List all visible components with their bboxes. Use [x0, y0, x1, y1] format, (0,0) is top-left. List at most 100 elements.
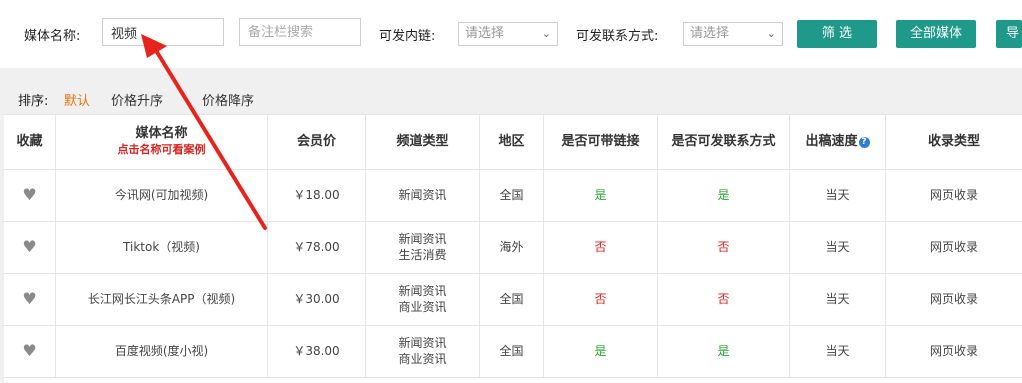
link-value: 是	[594, 344, 607, 358]
cell-name: 今讯网(可加视频)	[56, 169, 268, 221]
channel-type: 新闻资讯	[398, 284, 447, 298]
chevron-down-icon: ⌄	[766, 27, 776, 40]
cell-contact: 否	[658, 273, 790, 325]
cell-contact: 是	[658, 325, 790, 377]
help-icon[interactable]: ?	[858, 136, 870, 148]
cell-link: 否	[544, 273, 658, 325]
header-speed-label: 出稿速度	[805, 134, 858, 149]
link-value: 否	[594, 292, 607, 306]
channel-type: 商业资讯	[398, 352, 447, 366]
link-select[interactable]: 请选择 ⌄	[458, 22, 558, 46]
cell-contact: 否	[658, 221, 790, 273]
media-name-link[interactable]: Tiktok（视频)	[123, 239, 200, 255]
price-value: ￥78.00	[293, 240, 340, 254]
header-channel: 频道类型	[366, 115, 480, 169]
header-speed: 出稿速度 ?	[790, 115, 886, 169]
cell-index: 网页收录	[886, 221, 1022, 273]
cell-channel: 新闻资讯 商业资讯	[366, 273, 480, 325]
heart-icon[interactable]: ♥	[22, 187, 36, 203]
header-index: 收录类型	[927, 134, 980, 149]
contact-label: 可发联系方式:	[576, 29, 659, 44]
cell-fav: ♥	[4, 221, 56, 273]
table-row: ♥ 百度视频(度小视) ￥38.00 新闻资讯 商业资讯 全国 是 是 当天 网页收录	[4, 325, 1022, 378]
table-row: ♥ 今讯网(可加视频) ￥18.00 新闻资讯 全国 是 是 当天 网页收录	[4, 169, 1022, 222]
speed-value: 当天	[825, 292, 850, 306]
cell-price: ￥78.00	[268, 221, 366, 273]
media-table: 收藏 媒体名称 点击名称可看案例 会员价 频道类型 地区 是否可带链接 是否可发…	[4, 114, 1022, 383]
media-name-link[interactable]: 今讯网(可加视频)	[115, 187, 208, 203]
channel-type: 新闻资讯	[398, 232, 447, 246]
heart-icon[interactable]: ♥	[22, 291, 36, 307]
cell-speed: 当天	[790, 169, 886, 221]
heart-icon[interactable]: ♥	[22, 239, 36, 255]
index-value: 网页收录	[929, 240, 978, 254]
sort-label: 排序:	[18, 94, 49, 109]
media-name-input[interactable]	[102, 18, 224, 46]
channel-type: 生活消费	[398, 248, 447, 262]
header-name: 媒体名称 点击名称可看案例	[56, 115, 268, 169]
sort-price-desc[interactable]: 价格降序	[202, 90, 254, 109]
filter-bar: 媒体名称: 可发内链: 请选择 ⌄ 可发联系方式: 请选择 ⌄ 筛 选 全部媒体…	[0, 0, 1022, 68]
all-media-button[interactable]: 全部媒体	[896, 20, 976, 48]
contact-value: 是	[717, 344, 730, 358]
sort-default[interactable]: 默认	[64, 90, 90, 109]
region-value: 全国	[499, 188, 524, 202]
contact-select-value: 请选择	[690, 26, 730, 41]
cell-fav: ♥	[4, 273, 56, 325]
cell-region: 全国	[480, 169, 544, 221]
contact-value: 是	[717, 188, 730, 202]
index-value: 网页收录	[929, 344, 978, 358]
channel-type: 新闻资讯	[398, 336, 447, 350]
header-price: 会员价	[268, 115, 366, 169]
cell-price: ￥30.00	[268, 273, 366, 325]
price-value: ￥38.00	[293, 344, 340, 358]
media-name-link[interactable]: 长江网长江头条APP（视频)	[88, 291, 235, 307]
contact-value: 否	[717, 240, 730, 254]
table-header: 收藏 媒体名称 点击名称可看案例 会员价 频道类型 地区 是否可带链接 是否可发…	[4, 115, 1022, 170]
speed-value: 当天	[825, 240, 850, 254]
cell-index: 网页收录	[886, 325, 1022, 377]
cell-fav: ♥	[4, 325, 56, 377]
link-value: 是	[594, 188, 607, 202]
export-button[interactable]: 导	[996, 20, 1022, 48]
chevron-down-icon: ⌄	[541, 27, 551, 40]
cell-region: 全国	[480, 273, 544, 325]
cell-speed: 当天	[790, 273, 886, 325]
cell-channel: 新闻资讯 生活消费	[366, 221, 480, 273]
header-contact: 是否可发联系方式	[658, 115, 790, 169]
media-name-label: 媒体名称:	[24, 29, 81, 44]
header-name-hint: 点击名称可看案例	[117, 143, 206, 156]
cell-speed: 当天	[790, 325, 886, 377]
cell-channel: 新闻资讯 商业资讯	[366, 325, 480, 377]
sort-price-asc[interactable]: 价格升序	[111, 90, 163, 109]
cell-price: ￥18.00	[268, 169, 366, 221]
link-value: 否	[594, 240, 607, 254]
heart-icon[interactable]: ♥	[22, 343, 36, 359]
header-region: 地区	[480, 115, 544, 169]
region-value: 全国	[499, 292, 524, 306]
cell-link: 是	[544, 169, 658, 221]
region-value: 海外	[499, 240, 524, 254]
cell-price: ￥38.00	[268, 325, 366, 377]
cell-name: 长江网长江头条APP（视频)	[56, 273, 268, 325]
media-name-link[interactable]: 百度视频(度小视)	[115, 343, 208, 359]
link-label: 可发内链:	[379, 29, 436, 44]
contact-select[interactable]: 请选择 ⌄	[683, 22, 783, 46]
channel-type: 新闻资讯	[398, 188, 447, 202]
cell-channel: 新闻资讯	[366, 169, 480, 221]
cell-speed: 当天	[790, 221, 886, 273]
cell-index: 网页收录	[886, 273, 1022, 325]
cell-link: 否	[544, 221, 658, 273]
filter-button[interactable]: 筛 选	[797, 20, 877, 48]
header-fav: 收藏	[4, 115, 56, 169]
table-row: ♥ Tiktok（视频) ￥78.00 新闻资讯生活消费 海外 否 否 当天 网页收录	[4, 221, 1022, 274]
remark-search-input[interactable]	[239, 18, 361, 46]
price-value: ￥30.00	[293, 292, 340, 306]
index-value: 网页收录	[929, 188, 978, 202]
cell-contact: 是	[658, 169, 790, 221]
header-link: 是否可带链接	[544, 115, 658, 169]
channel-type: 商业资讯	[398, 300, 447, 314]
header-name-label: 媒体名称	[135, 126, 188, 141]
speed-value: 当天	[825, 344, 850, 358]
sort-bar: 排序: 默认 价格升序 价格降序	[0, 74, 1022, 114]
